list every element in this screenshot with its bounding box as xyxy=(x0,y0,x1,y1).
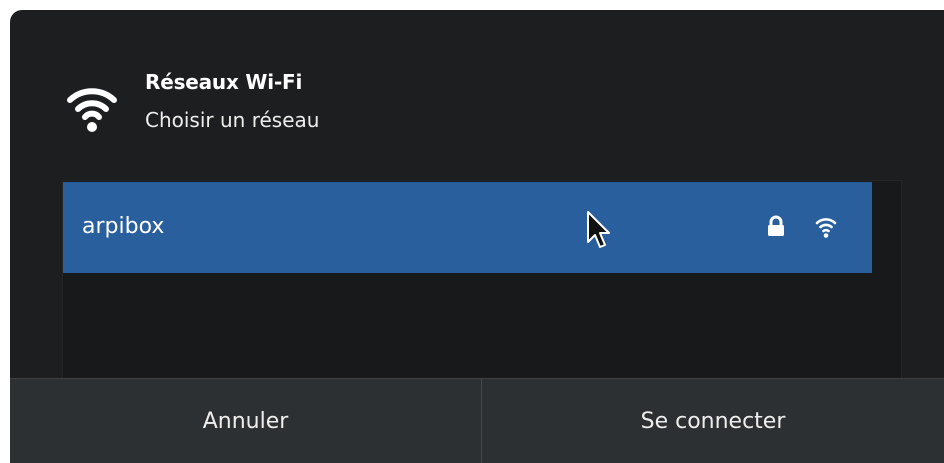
dialog-subtitle: Choisir un réseau xyxy=(145,108,320,132)
dialog-header: Réseaux Wi-Fi Choisir un réseau xyxy=(10,10,944,160)
cancel-button[interactable]: Annuler xyxy=(10,379,481,463)
network-name: arpibox xyxy=(82,214,165,239)
mouse-cursor-icon xyxy=(587,211,610,248)
dialog-title: Réseaux Wi-Fi xyxy=(145,70,303,94)
wifi-icon xyxy=(67,88,117,132)
dialog-button-bar: Annuler Se connecter xyxy=(10,378,944,463)
lock-icon xyxy=(768,215,784,236)
connect-button[interactable]: Se connecter xyxy=(482,379,944,463)
wifi-dialog: Réseaux Wi-Fi Choisir un réseau arpibox … xyxy=(10,10,944,463)
wifi-signal-icon xyxy=(815,218,837,238)
network-row-arpibox[interactable]: arpibox xyxy=(63,182,872,273)
